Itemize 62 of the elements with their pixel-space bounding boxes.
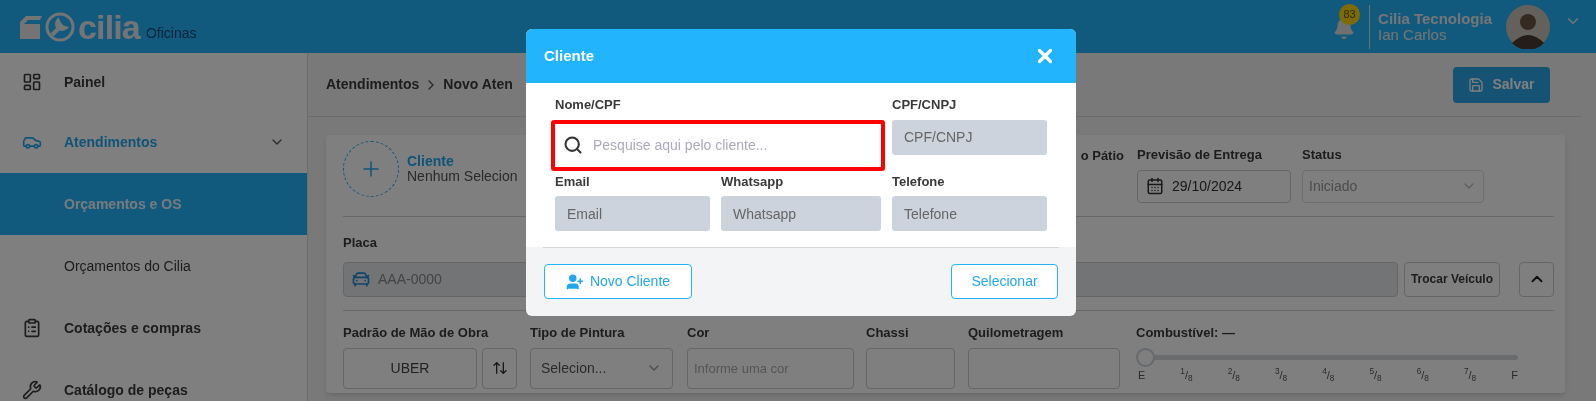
sidebar-item[interactable]: Painel	[0, 53, 307, 111]
field-label: CPF/CNPJ	[892, 96, 958, 114]
field-label: Previsão de Entrega	[1137, 146, 1263, 164]
save-icon	[1468, 76, 1485, 93]
field-label: Combustível: —	[1136, 324, 1236, 342]
add-user-icon	[565, 272, 584, 291]
field-label: Padrão de Mão de Obra	[343, 324, 490, 342]
collapse-button[interactable]	[1519, 261, 1554, 297]
logo-icon	[18, 12, 76, 42]
breadcrumb-current: Novo Aten	[443, 75, 513, 94]
paint-select[interactable]: Selecion...	[530, 347, 673, 389]
mileage-field[interactable]	[968, 347, 1120, 389]
client-value: Nenhum Selecion	[407, 169, 518, 184]
fuel-slider[interactable]	[1136, 347, 1518, 367]
company-name: Cilia Tecnologia	[1378, 10, 1492, 27]
logo-text: cilia	[78, 9, 140, 44]
breadcrumb-link[interactable]: Atendimentos	[326, 74, 420, 95]
fuel-tick-label: $^{5}$/$_{8}$	[1369, 369, 1382, 381]
select-button[interactable]: Selecionar	[951, 264, 1058, 299]
fuel-tick-label: E	[1138, 369, 1146, 381]
field-label: Tipo de Pintura	[530, 324, 626, 342]
fuel-tick-label: $^{7}$/$_{8}$	[1463, 369, 1477, 381]
labor-field[interactable]: UBER	[343, 347, 477, 389]
calendar-icon	[1146, 177, 1164, 195]
field-label: Telefone	[892, 172, 946, 191]
sidebar-item[interactable]: Catálogo de peças	[0, 359, 307, 401]
fuel-slider-thumb[interactable]	[1136, 347, 1155, 367]
fuel-tick-label: $^{6}$/$_{8}$	[1416, 369, 1429, 381]
new-client-button[interactable]: Novo Cliente	[544, 264, 692, 299]
change-vehicle-button[interactable]: Trocar Veículo	[1403, 261, 1500, 297]
field-label: Cor	[687, 324, 711, 342]
logo-subtitle: Oficinas	[145, 24, 197, 43]
fuel-tick-label: $^{2}$/$_{8}$	[1227, 369, 1240, 381]
sidebar-item[interactable]: Atendimentos	[0, 111, 307, 173]
field-label: Nome/CPF	[555, 96, 622, 114]
field-label: o Pátio	[1080, 147, 1124, 165]
dialog-title: Cliente	[544, 45, 594, 66]
field-label: Chassi	[866, 324, 910, 342]
client-title: Cliente	[407, 154, 455, 169]
fuel-tick-label: $^{3}$/$_{8}$	[1274, 369, 1288, 381]
wrench-icon	[22, 380, 42, 400]
field-label: Status	[1302, 146, 1343, 164]
avatar[interactable]	[1506, 4, 1550, 49]
fuel-tick-label: $^{4}$/$_{8}$	[1322, 369, 1335, 381]
search-field[interactable]: Pesquise aqui pelo cliente...	[551, 119, 885, 171]
swap-button[interactable]	[482, 347, 517, 389]
fuel-tick-label: F	[1511, 369, 1518, 381]
date-field[interactable]: 29/10/2024	[1137, 169, 1291, 203]
field-label: Email	[555, 172, 591, 191]
field-label: Whatsapp	[721, 172, 785, 191]
chassis-field[interactable]	[866, 347, 955, 389]
save-button[interactable]: Salvar	[1453, 66, 1550, 103]
sidebar-item[interactable]: Cotações e compras	[0, 297, 307, 359]
dashboard-icon	[22, 72, 42, 92]
search-icon	[563, 134, 583, 155]
swap-icon	[491, 360, 508, 376]
user-name: Ian Carlos	[1378, 26, 1447, 43]
field-label: Placa	[343, 234, 378, 252]
field-label: Quilometragem	[968, 324, 1065, 342]
fuel-tick-label: $^{1}$/$_{8}$	[1180, 369, 1193, 381]
notification-badge: 83	[1339, 3, 1361, 25]
clipboard-icon	[22, 318, 42, 338]
